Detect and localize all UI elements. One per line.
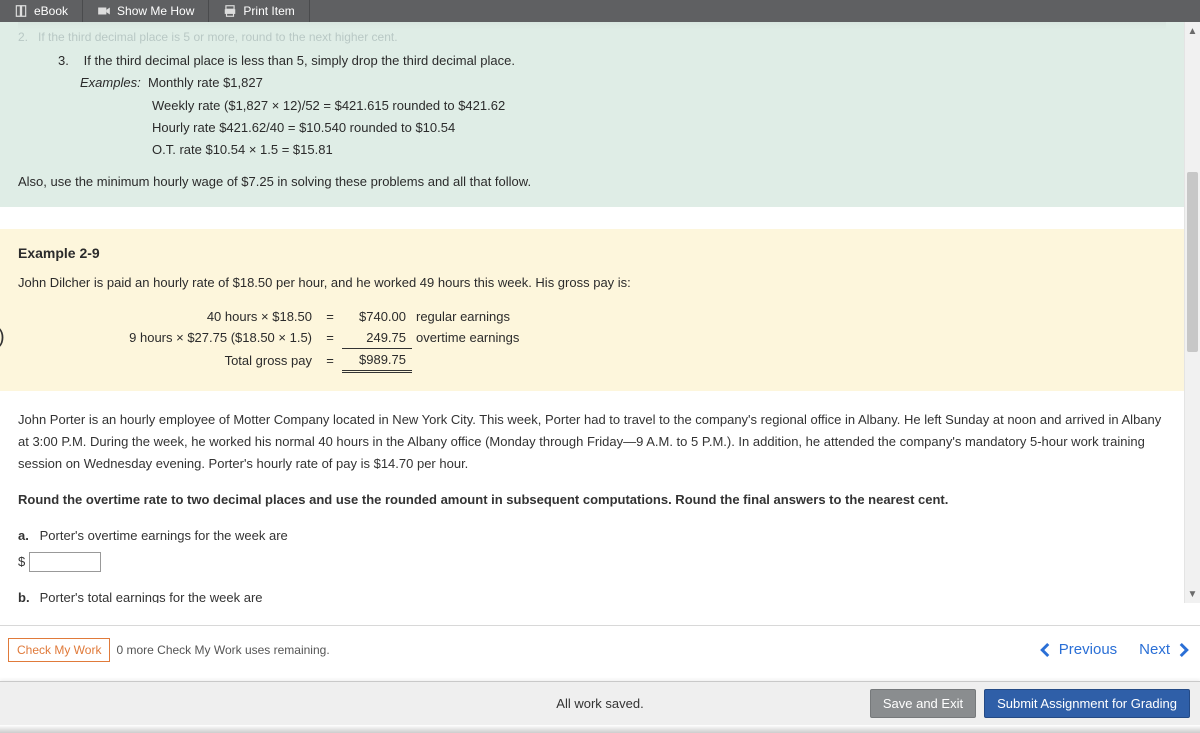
check-my-work-button[interactable]: Check My Work — [8, 638, 110, 662]
problem-instructions: Round the overtime rate to two decimal p… — [18, 489, 1166, 511]
book-icon — [14, 4, 28, 18]
next-label: Next — [1139, 641, 1170, 658]
example-calc: 40 hours × $18.50 = $740.00 regular earn… — [78, 306, 525, 373]
rule-2-num: 2. — [18, 30, 28, 44]
print-icon — [223, 4, 237, 18]
calc-row-regular: 40 hours × $18.50 = $740.00 regular earn… — [78, 306, 525, 327]
problem-paragraph: John Porter is an hourly employee of Mot… — [18, 409, 1166, 475]
example-line-a: Monthly rate $1,827 — [148, 75, 263, 90]
print-item-button[interactable]: Print Item — [209, 0, 309, 22]
examples-label: Examples: — [80, 75, 141, 90]
previous-button[interactable]: Previous — [1037, 641, 1117, 659]
example-line-d: O.T. rate $10.54 × 1.5 = $15.81 — [18, 139, 1166, 161]
example-line-c: Hourly rate $421.62/40 = $10.540 rounded… — [18, 117, 1166, 139]
rule-3: 3. If the third decimal place is less th… — [18, 50, 1166, 72]
examples-row: Examples: Monthly rate $1,827 — [18, 72, 1166, 94]
video-icon — [97, 4, 111, 18]
previous-label: Previous — [1059, 641, 1117, 658]
answer-a-input[interactable] — [29, 552, 101, 572]
submit-bar: All work saved. Save and Exit Submit Ass… — [0, 681, 1200, 725]
example-line-b: Weekly rate ($1,827 × 12)/52 = $421.615 … — [18, 95, 1166, 117]
example-2-9-box: Example 2-9 John Dilcher is paid an hour… — [0, 229, 1184, 391]
question-b-text: Porter's total earnings for the week are — [40, 590, 263, 603]
scroll-thumb[interactable] — [1187, 172, 1198, 352]
rule-3-text: If the third decimal place is less than … — [84, 53, 515, 68]
question-a-label: a. — [18, 525, 36, 547]
also-note: Also, use the minimum hourly wage of $7.… — [18, 171, 1166, 193]
show-me-how-button[interactable]: Show Me How — [83, 0, 209, 22]
page-bottom-shadow — [0, 725, 1200, 733]
rule-2-cutoff: 2. If the third decimal place is 5 or mo… — [18, 27, 1166, 47]
show-me-how-label: Show Me How — [117, 4, 194, 18]
dollar-sign-a: $ — [18, 551, 25, 573]
rule-2-text: If the third decimal place is 5 or more,… — [38, 30, 398, 44]
check-nav-bar: Check My Work 0 more Check My Work uses … — [0, 625, 1200, 673]
next-button[interactable]: Next — [1139, 641, 1192, 659]
rule-3-num: 3. — [58, 50, 80, 72]
ebook-label: eBook — [34, 4, 68, 18]
print-item-label: Print Item — [243, 4, 294, 18]
question-a: a. Porter's overtime earnings for the we… — [18, 525, 1166, 573]
submit-for-grading-button[interactable]: Submit Assignment for Grading — [984, 689, 1190, 718]
ebook-button[interactable]: eBook — [0, 0, 83, 22]
example-title: Example 2-9 — [18, 245, 1166, 261]
question-b: b. Porter's total earnings for the week … — [18, 587, 1166, 603]
question-a-text: Porter's overtime earnings for the week … — [40, 528, 288, 543]
calc-row-total: Total gross pay = $989.75 — [78, 349, 525, 373]
scroll-up-icon[interactable]: ▲ — [1185, 22, 1200, 40]
rounding-rules-box: 2. If the third decimal place is 5 or mo… — [0, 22, 1184, 207]
chevron-left-icon — [1037, 641, 1055, 659]
question-b-label: b. — [18, 587, 36, 603]
vertical-scrollbar[interactable]: ▲ ▼ — [1184, 22, 1200, 603]
content-area: 2. If the third decimal place is 5 or mo… — [0, 22, 1184, 603]
calc-row-overtime: 9 hours × $27.75 ($18.50 × 1.5) = 249.75… — [78, 327, 525, 349]
scroll-down-icon[interactable]: ▼ — [1185, 585, 1200, 603]
top-toolbar: eBook Show Me How Print Item — [0, 0, 1200, 22]
save-and-exit-button[interactable]: Save and Exit — [870, 689, 976, 718]
check-remaining-text: 0 more Check My Work uses remaining. — [116, 643, 329, 657]
problem-section: John Porter is an hourly employee of Mot… — [18, 409, 1166, 603]
example-lead: John Dilcher is paid an hourly rate of $… — [18, 273, 1166, 294]
stray-paren: ) — [0, 326, 5, 349]
all-work-saved-text: All work saved. — [556, 696, 643, 711]
chevron-right-icon — [1174, 641, 1192, 659]
